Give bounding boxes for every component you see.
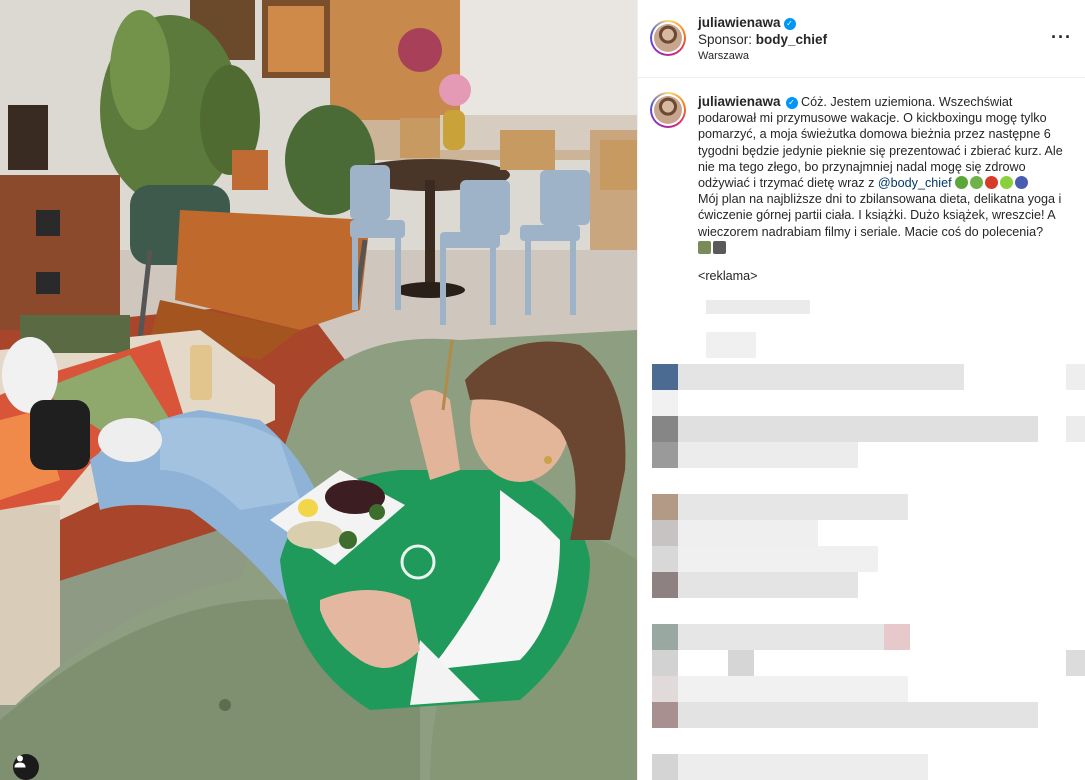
sponsor-prefix: Sponsor: (698, 32, 756, 47)
blueberries-emoji-icon (1015, 176, 1029, 190)
location-link[interactable]: Warszawa (698, 48, 827, 65)
cucumber-emoji-icon (955, 176, 969, 190)
tv-emoji-icon (713, 240, 726, 254)
post-side-panel: juliawienawa ✓ Sponsor: body_chief Warsza… (637, 0, 1085, 780)
ad-label: <reklama> (698, 269, 758, 284)
avocado-emoji-icon (970, 176, 984, 190)
caption-avatar[interactable] (650, 92, 686, 128)
post-image (0, 0, 637, 780)
mention-link[interactable]: @body_chief (878, 176, 952, 190)
apple-emoji-icon (1000, 176, 1014, 190)
sponsor-name[interactable]: body_chief (756, 32, 827, 47)
tomato-emoji-icon (985, 176, 999, 190)
post-header-info: juliawienawa ✓ Sponsor: body_chief Warsza… (698, 14, 827, 65)
verified-badge-icon: ✓ (785, 97, 798, 109)
caption-username[interactable]: juliawienawa (698, 94, 781, 109)
caption-body-2: Mój plan na najbliższe dni to zbilansowa… (698, 192, 1062, 239)
more-options-icon[interactable]: ··· (1051, 28, 1072, 46)
sponsor-line: Sponsor: body_chief (698, 31, 827, 48)
tagged-users-button[interactable] (13, 754, 39, 780)
verified-badge-icon: ✓ (783, 18, 796, 30)
header-username[interactable]: juliawienawa (698, 15, 781, 30)
emoji-group-2 (698, 240, 726, 254)
emoji-group (955, 176, 1029, 190)
avatar[interactable] (650, 20, 686, 56)
post-photo[interactable] (0, 0, 637, 780)
post-header: juliawienawa ✓ Sponsor: body_chief Warsza… (638, 0, 1085, 78)
books-emoji-icon (698, 240, 711, 254)
user-tag-icon (14, 755, 26, 768)
caption-text: juliawienawa ✓ Cóż. Jestem uziemiona. Wsz… (698, 94, 1073, 284)
pixelated-comments (638, 292, 1085, 780)
